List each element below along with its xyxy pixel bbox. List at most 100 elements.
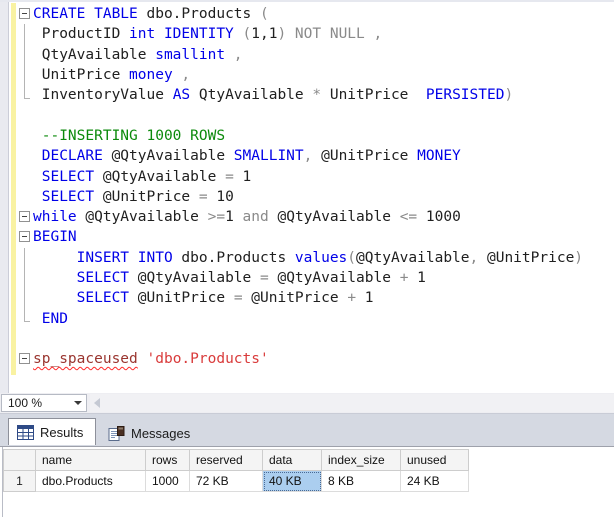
selected-cell[interactable]: 40 KB <box>262 470 322 492</box>
code-text: sp_spaceused 'dbo.Products' <box>33 351 269 367</box>
code-area[interactable]: CREATE TABLE dbo.Products ( ProductID in… <box>17 4 614 369</box>
fold-collapse-icon[interactable] <box>17 349 33 369</box>
fold-minus-box[interactable] <box>19 8 30 19</box>
grid-cell[interactable]: 72 KB <box>189 470 263 492</box>
code-line[interactable]: UnitPrice money , <box>17 64 614 86</box>
fold-minus-box[interactable] <box>19 353 30 365</box>
row-header[interactable]: 1 <box>3 470 36 492</box>
grid-cell[interactable]: 1000 <box>145 470 190 492</box>
code-token: AS <box>172 87 191 104</box>
code-line[interactable]: SELECT @QtyAvailable = @QtyAvailable + 1 <box>17 267 614 289</box>
code-text: CREATE TABLE dbo.Products ( <box>33 6 269 22</box>
indicator-margin <box>0 2 9 393</box>
code-token: ( <box>259 6 269 23</box>
code-line[interactable]: --INSERTING 1000 ROWS <box>17 126 614 146</box>
horizontal-scrollbar[interactable] <box>90 394 614 412</box>
editor-bottom-bar: 100 % <box>0 393 614 414</box>
results-grid: name rows reserved data index_size unused 1 dbo… <box>3 449 469 492</box>
results-grid-icon <box>17 424 34 440</box>
code-line[interactable]: SELECT @QtyAvailable = 1 <box>17 166 614 186</box>
column-header-reserved[interactable]: reserved <box>189 449 263 471</box>
code-line[interactable] <box>17 105 614 125</box>
fold-guide <box>17 85 33 105</box>
fold-guide <box>17 24 33 45</box>
code-token: InventoryValue <box>33 87 173 104</box>
code-token: @QtyAvailable <box>129 270 260 286</box>
fold-collapse-icon[interactable] <box>17 207 33 227</box>
code-line[interactable]: ProductID int IDENTITY (1,1) NOT NULL , <box>17 24 614 45</box>
chevron-down-icon[interactable] <box>70 395 86 411</box>
code-token: dbo.Products <box>137 6 260 23</box>
tab-results-label: Results <box>40 424 84 440</box>
code-line[interactable]: SELECT @UnitPrice = @UnitPrice + 1 <box>17 288 614 309</box>
tab-results[interactable]: Results <box>8 418 97 445</box>
column-header-index_size[interactable]: index_size <box>321 449 401 471</box>
fold-minus-box[interactable] <box>19 210 30 222</box>
scroll-left-arrow-icon[interactable] <box>94 398 100 408</box>
grid-cell[interactable]: dbo.Products <box>35 470 146 492</box>
fold-collapse-icon[interactable] <box>17 4 33 24</box>
code-line[interactable]: QtyAvailable smallint , <box>17 44 614 66</box>
code-token: while <box>33 209 77 226</box>
code-text: INSERT INTO dbo.Products values(@QtyAvai… <box>33 250 583 266</box>
code-line[interactable]: BEGIN <box>17 227 614 247</box>
sql-editor[interactable]: CREATE TABLE dbo.Products ( ProductID in… <box>0 0 614 393</box>
code-line[interactable]: sp_spaceused 'dbo.Products' <box>17 349 614 369</box>
code-token: = <box>225 168 234 185</box>
code-text: ProductID int IDENTITY (1,1) NOT NULL , <box>33 26 383 43</box>
code-line[interactable]: InventoryValue AS QtyAvailable * UnitPri… <box>17 85 614 105</box>
code-line[interactable]: CREATE TABLE dbo.Products ( <box>17 4 614 24</box>
code-token: @QtyAvailable <box>356 249 470 266</box>
code-line[interactable]: while @QtyAvailable >=1 and @QtyAvailabl… <box>17 207 614 227</box>
fold-minus-box[interactable] <box>19 231 30 243</box>
code-line[interactable]: INSERT INTO dbo.Products values(@QtyAvai… <box>17 247 614 269</box>
code-token: values <box>294 249 348 266</box>
code-token: MONEY <box>417 148 461 165</box>
code-token: QtyAvailable <box>190 87 313 104</box>
grid-corner-cell[interactable] <box>3 449 36 471</box>
code-line[interactable] <box>17 329 614 349</box>
code-token: , <box>225 46 243 63</box>
code-text: SELECT @QtyAvailable = @QtyAvailable + 1 <box>33 270 426 286</box>
tab-messages[interactable]: Messages <box>100 420 202 447</box>
code-line[interactable]: SELECT @UnitPrice = 10 <box>17 187 614 207</box>
code-token: ProductID <box>33 26 130 43</box>
grid-cell[interactable]: 8 KB <box>321 470 401 492</box>
code-line[interactable]: DECLARE @QtyAvailable SMALLINT, @UnitPri… <box>17 146 614 166</box>
code-token: + <box>347 290 357 307</box>
code-line[interactable]: END <box>17 308 614 328</box>
grid-header-row: name rows reserved data index_size unused <box>3 449 469 471</box>
fold-collapse-icon[interactable] <box>17 227 33 247</box>
code-token: SELECT <box>41 168 95 185</box>
ssms-query-window: CREATE TABLE dbo.Products ( ProductID in… <box>0 0 614 517</box>
column-header-data[interactable]: data <box>262 449 322 471</box>
column-header-unused[interactable]: unused <box>400 449 469 471</box>
grid-cell[interactable]: 24 KB <box>400 470 469 492</box>
code-token: >= <box>207 209 226 226</box>
code-token: @QtyAvailable <box>268 270 400 286</box>
fold-guide <box>17 308 33 328</box>
code-text: BEGIN <box>33 229 77 245</box>
code-text: SELECT @UnitPrice = @UnitPrice + 1 <box>33 290 374 306</box>
fold-guide <box>17 146 33 166</box>
code-token: smallint <box>155 46 226 63</box>
code-token: = <box>233 290 243 307</box>
code-token: 1 <box>233 168 252 185</box>
code-token: --INSERTING 1000 ROWS <box>33 127 226 144</box>
code-token: @QtyAvailable <box>268 209 400 226</box>
column-header-name[interactable]: name <box>35 449 146 471</box>
code-token: INSERT INTO <box>76 249 173 266</box>
code-text: QtyAvailable smallint , <box>33 47 243 63</box>
fold-guide <box>17 44 33 66</box>
zoom-combo[interactable]: 100 % <box>1 394 87 412</box>
code-token: SELECT <box>41 188 95 205</box>
code-token: ) <box>574 249 584 266</box>
code-token: SELECT <box>76 290 130 307</box>
code-token: @QtyAvailable <box>102 148 234 165</box>
change-tracking-bar <box>11 3 16 375</box>
code-token: 10 <box>207 188 234 205</box>
code-text: InventoryValue AS QtyAvailable * UnitPri… <box>33 87 513 103</box>
column-header-rows[interactable]: rows <box>145 449 190 471</box>
